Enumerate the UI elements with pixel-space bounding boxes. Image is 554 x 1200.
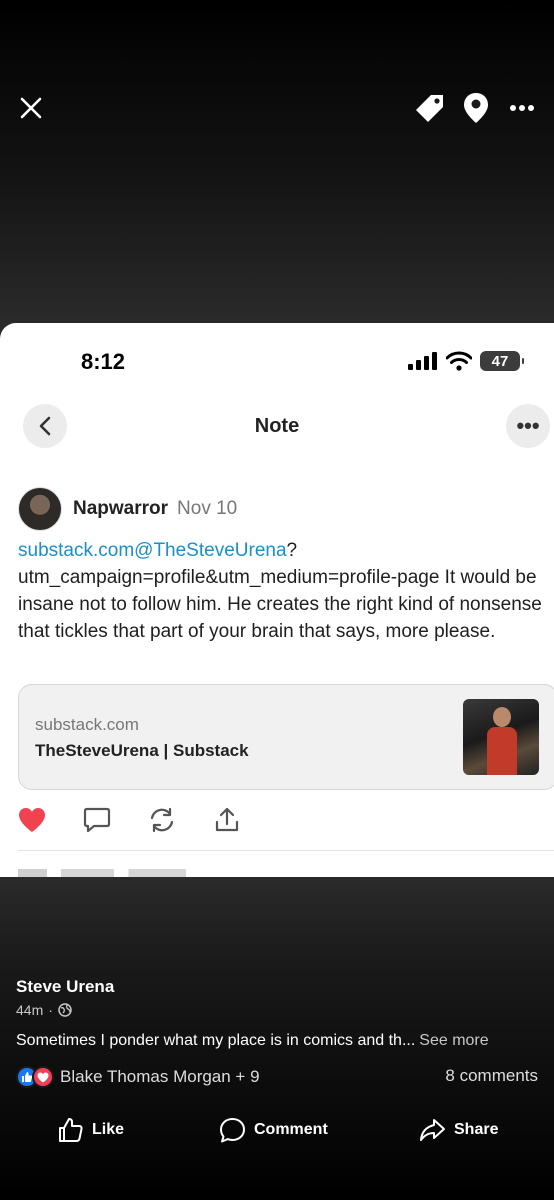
reacted-by: Blake Thomas Morgan + 9 <box>60 1067 260 1086</box>
profile-link[interactable]: substack.com@TheSteveUrena <box>18 540 287 561</box>
note-body: substack.com@TheSteveUrena?utm_campaign=… <box>18 537 543 645</box>
share-arrow-icon <box>420 1119 445 1141</box>
post-caption: Sometimes I ponder what my place is in c… <box>16 1032 489 1050</box>
divider <box>18 850 554 851</box>
globe-icon <box>58 1003 72 1017</box>
post-time: 44m <box>16 1002 44 1018</box>
status-icons: 47 <box>408 351 524 371</box>
link-preview-card[interactable]: substack.com TheSteveUrena | Substack <box>18 684 554 790</box>
page-title: Note <box>254 415 300 437</box>
like-label: Like <box>92 1121 125 1138</box>
thumbs-up-icon <box>59 1118 83 1142</box>
comment-label: Comment <box>254 1121 328 1138</box>
card-thumbnail <box>463 699 539 775</box>
viewer-top-bar <box>0 86 554 130</box>
share-upload-icon <box>215 807 239 832</box>
tag-icon <box>416 95 443 122</box>
location-button[interactable] <box>454 86 498 130</box>
status-time: 8:12 <box>81 349 126 374</box>
signal-icon <box>408 352 437 370</box>
more-horizontal-icon <box>510 105 534 111</box>
meta-separator: · <box>48 1002 53 1018</box>
note-more-button[interactable]: ••• <box>506 404 550 448</box>
avatar[interactable] <box>18 487 62 531</box>
reactions-summary[interactable]: Blake Thomas Morgan + 9 <box>16 1066 260 1088</box>
truncated-content <box>18 869 258 877</box>
share-note-button[interactable] <box>213 805 278 835</box>
share-label: Share <box>454 1121 499 1138</box>
close-icon <box>20 97 42 119</box>
card-title: TheSteveUrena | Substack <box>35 741 249 760</box>
fb-like-button[interactable]: Like <box>58 1112 124 1148</box>
comment-count[interactable]: 8 comments <box>445 1066 538 1086</box>
wifi-icon <box>446 351 472 371</box>
post-action-bar: Like Comment Share <box>0 1112 554 1148</box>
note-date: Nov 10 <box>177 498 238 519</box>
comment-button[interactable] <box>83 805 148 835</box>
heart-icon <box>19 808 45 832</box>
love-reaction-icon <box>32 1066 54 1088</box>
post-meta: 44m · <box>16 1002 72 1018</box>
note-header: Napwarror Nov 10 <box>18 487 237 531</box>
card-domain: substack.com <box>35 715 139 734</box>
fb-comment-button[interactable]: Comment <box>219 1112 328 1148</box>
tag-button[interactable] <box>408 86 452 130</box>
comment-icon <box>220 1117 245 1142</box>
fb-share-button[interactable]: Share <box>419 1112 498 1148</box>
like-button[interactable] <box>18 805 83 835</box>
note-author[interactable]: Napwarror <box>73 498 168 520</box>
close-button[interactable] <box>9 86 53 130</box>
more-options-button[interactable] <box>500 86 544 130</box>
comment-bubble-icon <box>83 807 111 833</box>
repost-icon <box>150 807 174 833</box>
caption-text: Sometimes I ponder what my place is in c… <box>16 1032 416 1049</box>
battery-indicator: 47 <box>480 351 524 371</box>
note-actions <box>18 805 278 835</box>
post-author[interactable]: Steve Urena <box>16 977 114 997</box>
embedded-screenshot[interactable]: 8:12 47 Note ••• Napwarror Nov 10 substa… <box>0 323 554 877</box>
see-more-link[interactable]: See more <box>419 1032 488 1049</box>
location-pin-icon <box>464 93 488 123</box>
restack-button[interactable] <box>148 805 213 835</box>
